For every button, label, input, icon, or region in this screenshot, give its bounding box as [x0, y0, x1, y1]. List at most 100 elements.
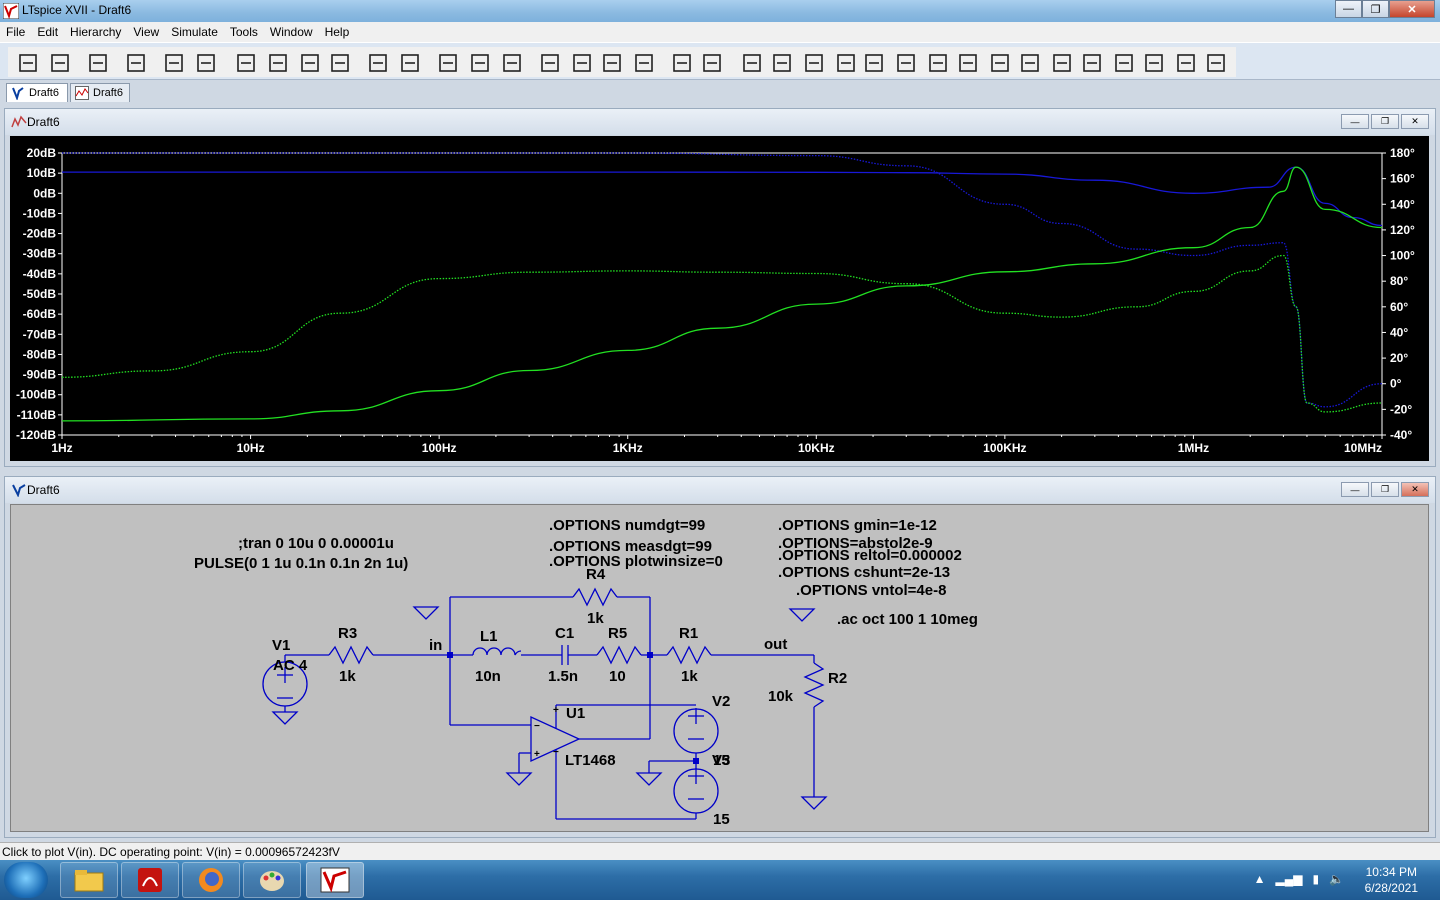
menu-help[interactable]: Help: [319, 22, 356, 42]
trace-label-vout[interactable]: V(out): [373, 136, 408, 150]
start-button[interactable]: [4, 862, 48, 898]
r2-label[interactable]: R2: [828, 670, 847, 687]
menu-simulate[interactable]: Simulate: [165, 22, 224, 42]
schematic-close-button[interactable]: ✕: [1401, 482, 1429, 497]
r4-label[interactable]: R4: [586, 566, 605, 583]
ground-icon[interactable]: [770, 51, 794, 75]
r3-label[interactable]: R3: [338, 625, 357, 642]
network-icon[interactable]: ▂▄▆: [1275, 872, 1302, 886]
bode-plot[interactable]: 20dB 10dB 0dB -10dB -20dB -30dB -40dB -50dB -60d…: [10, 136, 1429, 461]
tab-schematic[interactable]: Draft6: [6, 83, 68, 102]
inductor-icon[interactable]: [894, 51, 918, 75]
open-icon[interactable]: [48, 51, 72, 75]
net-label-out[interactable]: out: [764, 636, 787, 653]
mirror-icon[interactable]: [1142, 51, 1166, 75]
capacitor-icon[interactable]: [862, 51, 886, 75]
pan-hand-icon[interactable]: [194, 51, 218, 75]
cascade-icon[interactable]: [500, 51, 524, 75]
text-icon[interactable]: [1174, 51, 1198, 75]
print-icon[interactable]: [670, 51, 694, 75]
rotate-icon[interactable]: [1112, 51, 1136, 75]
menu-view[interactable]: View: [127, 22, 165, 42]
tile-horizontal-icon[interactable]: [436, 51, 460, 75]
undo-icon[interactable]: [1050, 51, 1074, 75]
zoom-out-icon[interactable]: [298, 51, 322, 75]
clock[interactable]: 10:34 PM 6/28/2021: [1365, 864, 1418, 896]
drag-icon[interactable]: [1018, 51, 1042, 75]
spice-directive-icon[interactable]: [1204, 51, 1228, 75]
r1-label[interactable]: R1: [679, 625, 698, 642]
r5-label[interactable]: R5: [608, 625, 627, 642]
r5-value[interactable]: 10: [609, 668, 626, 685]
battery-icon[interactable]: ▮: [1312, 872, 1319, 886]
options-vntol[interactable]: .OPTIONS vntol=4e-8: [796, 582, 946, 599]
tran-directive[interactable]: ;tran 0 10u 0 0.00001u: [238, 535, 394, 552]
trace-label-vin[interactable]: V(in): [1040, 136, 1067, 150]
autorange-icon[interactable]: [366, 51, 390, 75]
ac-directive[interactable]: .ac oct 100 1 10meg: [837, 611, 978, 628]
save-icon[interactable]: [86, 51, 110, 75]
c1-label[interactable]: C1: [555, 625, 574, 642]
pulse-text[interactable]: PULSE(0 1 1u 0.1n 0.1n 2n 1u): [194, 555, 408, 572]
l1-label[interactable]: L1: [480, 628, 498, 645]
minimize-button[interactable]: —: [1335, 0, 1362, 18]
maximize-button[interactable]: ❐: [1362, 0, 1389, 18]
taskbar-firefox[interactable]: [182, 862, 240, 898]
schematic-minimize-button[interactable]: —: [1341, 482, 1369, 497]
draw-wire-icon[interactable]: [740, 51, 764, 75]
move-icon[interactable]: [988, 51, 1012, 75]
options-gmin[interactable]: .OPTIONS gmin=1e-12: [778, 517, 937, 534]
schematic-restore-button[interactable]: ❐: [1371, 482, 1399, 497]
component-icon[interactable]: [956, 51, 980, 75]
menu-tools[interactable]: Tools: [224, 22, 264, 42]
copy-icon[interactable]: [570, 51, 594, 75]
redo-icon[interactable]: [1080, 51, 1104, 75]
volume-icon[interactable]: 🔈: [1329, 872, 1344, 886]
net-label-in[interactable]: in: [429, 637, 442, 654]
options-reltol[interactable]: .OPTIONS reltol=0.000002: [778, 547, 962, 564]
options-cshunt[interactable]: .OPTIONS cshunt=2e-13: [778, 564, 950, 581]
r2-value[interactable]: 10k: [768, 688, 793, 705]
pick-traces-icon[interactable]: [398, 51, 422, 75]
v1-value[interactable]: AC 4: [273, 657, 307, 674]
find-icon[interactable]: [632, 51, 656, 75]
plot-restore-button[interactable]: ❐: [1371, 114, 1399, 129]
control-panel-icon[interactable]: [124, 51, 148, 75]
schematic-window-titlebar[interactable]: Draft6 — ❐ ✕: [5, 477, 1435, 503]
tab-waveform[interactable]: Draft6: [70, 83, 130, 102]
plot-close-button[interactable]: ✕: [1401, 114, 1429, 129]
r1-value[interactable]: 1k: [681, 668, 698, 685]
cut-icon[interactable]: [538, 51, 562, 75]
menu-file[interactable]: File: [0, 22, 31, 42]
r4-value[interactable]: 1k: [587, 610, 604, 627]
v1-label[interactable]: V1: [272, 637, 290, 654]
u1-part[interactable]: LT1468: [565, 752, 616, 769]
tray-arrow-icon[interactable]: ▲: [1254, 872, 1266, 886]
tile-vertical-icon[interactable]: [468, 51, 492, 75]
zoom-rect-icon[interactable]: [266, 51, 290, 75]
print-preview-icon[interactable]: [700, 51, 724, 75]
run-icon[interactable]: [16, 51, 40, 75]
l1-value[interactable]: 10n: [475, 668, 501, 685]
waveform-plot-area[interactable]: 20dB 10dB 0dB -10dB -20dB -30dB -40dB -50dB -60d…: [10, 136, 1429, 461]
taskbar-explorer[interactable]: [60, 862, 118, 898]
taskbar-acrobat[interactable]: [121, 862, 179, 898]
plot-minimize-button[interactable]: —: [1341, 114, 1369, 129]
diode-icon[interactable]: [926, 51, 950, 75]
run-small-icon[interactable]: [162, 51, 186, 75]
r3-value[interactable]: 1k: [339, 668, 356, 685]
zoom-in-icon[interactable]: [234, 51, 258, 75]
close-button[interactable]: ✕: [1389, 0, 1435, 18]
options-plotwinsize[interactable]: .OPTIONS plotwinsize=0: [549, 553, 723, 570]
v3-value[interactable]: 15: [713, 811, 730, 828]
taskbar-ltspice[interactable]: [306, 862, 364, 898]
menu-edit[interactable]: Edit: [31, 22, 64, 42]
taskbar-paint[interactable]: [243, 862, 301, 898]
v2-label[interactable]: V2: [712, 693, 730, 710]
menu-window[interactable]: Window: [264, 22, 319, 42]
resistor-icon[interactable]: [834, 51, 858, 75]
paste-icon[interactable]: [600, 51, 624, 75]
c1-value[interactable]: 1.5n: [548, 668, 578, 685]
v3-label[interactable]: V3: [712, 752, 730, 769]
u1-label[interactable]: U1: [566, 705, 585, 722]
